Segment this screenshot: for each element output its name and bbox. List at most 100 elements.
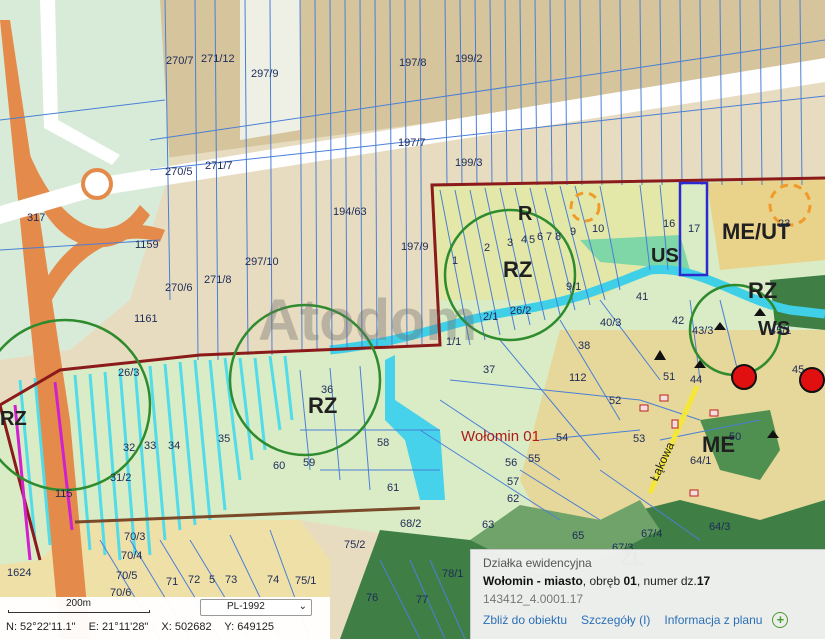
- map-view[interactable]: Atodom RZ RZ RZ RZ R ME/UT US ME WS ZL W…: [0, 0, 825, 639]
- parcel-label: 53: [633, 433, 645, 445]
- parcel-label: 62: [507, 493, 519, 505]
- parcel-label: 70/4: [121, 550, 142, 562]
- parcel-label: 40/3: [600, 317, 621, 329]
- parcel-label: 197/8: [399, 57, 427, 69]
- crs-select[interactable]: PL-1992 ⌄: [200, 599, 312, 616]
- parcel-label: 70/5: [116, 570, 137, 582]
- parcel-label: 2: [484, 242, 490, 254]
- parcel-label: 271/7: [205, 160, 233, 172]
- scale-bar-line: [8, 610, 150, 613]
- parcel-label: 32: [123, 442, 135, 454]
- parcel-label: 297/9: [251, 68, 279, 80]
- coord-y: Y: 649125: [224, 621, 274, 633]
- parcel-label: 67/4: [641, 528, 662, 540]
- details-link[interactable]: Szczegóły (I): [581, 613, 650, 627]
- parcel-label: 45: [792, 364, 804, 376]
- info-parcel-line: Wołomin - miasto, obręb 01, numer dz.17: [483, 574, 815, 588]
- zone-label-rz-2: RZ: [308, 393, 337, 418]
- parcel-label: 65: [572, 530, 584, 542]
- coord-x: X: 502682: [161, 621, 212, 633]
- parcel-label: 199/3: [455, 157, 483, 169]
- parcel-label: 2/1: [483, 311, 498, 323]
- parcel-label: 63: [482, 519, 494, 531]
- parcel-label: 297/10: [245, 256, 279, 268]
- parcel-label: 71: [166, 576, 178, 588]
- parcel-label: 9/1: [566, 281, 581, 293]
- info-numer: 17: [696, 574, 711, 588]
- parcel-label: 34: [168, 440, 180, 452]
- parcel-label: 52: [609, 395, 621, 407]
- watermark: Atodom: [258, 288, 477, 353]
- scale-bar: 200m: [8, 598, 150, 614]
- plan-info-link[interactable]: Informacja z planu: [664, 613, 762, 627]
- red-point-1[interactable]: [731, 364, 757, 390]
- parcel-label: 317: [27, 212, 45, 224]
- coord-lon: E: 21°11'28": [88, 621, 149, 633]
- zone-label-r: R: [518, 203, 533, 225]
- parcel-label: 31/2: [110, 472, 131, 484]
- parcel-label: 194/63: [333, 206, 367, 218]
- scale-label: 200m: [66, 598, 92, 609]
- parcel-label: 61: [387, 482, 399, 494]
- coord-lat: N: 52°22'11.1": [6, 621, 76, 633]
- coordinates-readout: N: 52°22'11.1" E: 21°11'28" X: 502682 Y:…: [6, 621, 284, 633]
- parcel-label: 55: [528, 453, 540, 465]
- parcel-label: 64/1: [690, 455, 711, 467]
- info-parcel-id: 143412_4.0001.17: [483, 592, 584, 606]
- zoom-to-object-link[interactable]: Zbliż do obiektu: [483, 613, 567, 627]
- parcel-label: 23: [778, 218, 790, 230]
- parcel-label: 270/6: [165, 282, 193, 294]
- parcel-label: 78/1: [442, 568, 463, 580]
- parcel-label: 112: [569, 372, 587, 384]
- parcel-label: 56: [505, 457, 517, 469]
- parcel-label: 68/2: [400, 518, 421, 530]
- info-obreb: 01: [623, 574, 637, 588]
- info-obreb-prefix: , obręb: [582, 574, 621, 588]
- parcel-label: 60: [273, 460, 285, 472]
- parcel-label: 51: [663, 371, 675, 383]
- map-canvas[interactable]: Atodom RZ RZ RZ RZ R ME/UT US ME WS ZL W…: [0, 0, 825, 639]
- parcel-label: 73: [225, 574, 237, 586]
- parcel-label: 33: [144, 440, 156, 452]
- parcel-label: 37: [483, 364, 495, 376]
- parcel-label: 270/7: [166, 55, 194, 67]
- parcel-label: 270/5: [165, 166, 193, 178]
- parcel-label: 1624: [7, 567, 31, 579]
- parcel-label: 36: [321, 384, 333, 396]
- parcel-label: 271/12: [201, 53, 235, 65]
- parcel-label: 75/1: [295, 575, 316, 587]
- parcel-label: 9: [570, 226, 576, 238]
- parcel-label: 1161: [134, 313, 158, 325]
- plus-circle-icon[interactable]: +: [772, 612, 789, 628]
- parcel-label: 45/1: [770, 325, 791, 337]
- parcel-label: 1159: [135, 239, 159, 251]
- obreb-label: Wołomin 01: [461, 428, 540, 445]
- parcel-label: 59: [303, 457, 315, 469]
- parcel-label: 1: [452, 255, 458, 267]
- parcel-label: 17: [688, 223, 700, 235]
- parcel-label: 197/9: [401, 241, 429, 253]
- parcel-label: 26/3: [118, 367, 139, 379]
- zone-label-rz-3: RZ: [748, 278, 777, 303]
- parcel-label: 4: [521, 234, 527, 246]
- parcel-label: 54: [556, 432, 568, 444]
- parcel-label: 75/2: [344, 539, 365, 551]
- parcel-label: 26/2: [510, 305, 531, 317]
- chevron-down-icon: ⌄: [298, 601, 307, 612]
- zone-label-rz-4: RZ: [0, 408, 27, 430]
- parcel-label: 76: [366, 592, 378, 604]
- parcel-label: 50: [729, 431, 741, 443]
- zone-label-us: US: [651, 245, 679, 267]
- crs-value: PL-1992: [227, 601, 265, 612]
- parcel-label: 1/1: [446, 336, 461, 348]
- parcel-label: 7: [546, 231, 552, 243]
- parcel-label: 115: [55, 488, 73, 500]
- roundabout: [81, 168, 113, 200]
- parcel-label: 57: [507, 476, 519, 488]
- parcel-info-panel: Działka ewidencyjna Wołomin - miasto, ob…: [470, 549, 825, 639]
- parcel-label: 72: [188, 574, 200, 586]
- parcel-label: 10: [592, 223, 604, 235]
- parcel-label: 35: [218, 433, 230, 445]
- parcel-label: 8: [555, 231, 561, 243]
- parcel-label: 5: [529, 234, 535, 246]
